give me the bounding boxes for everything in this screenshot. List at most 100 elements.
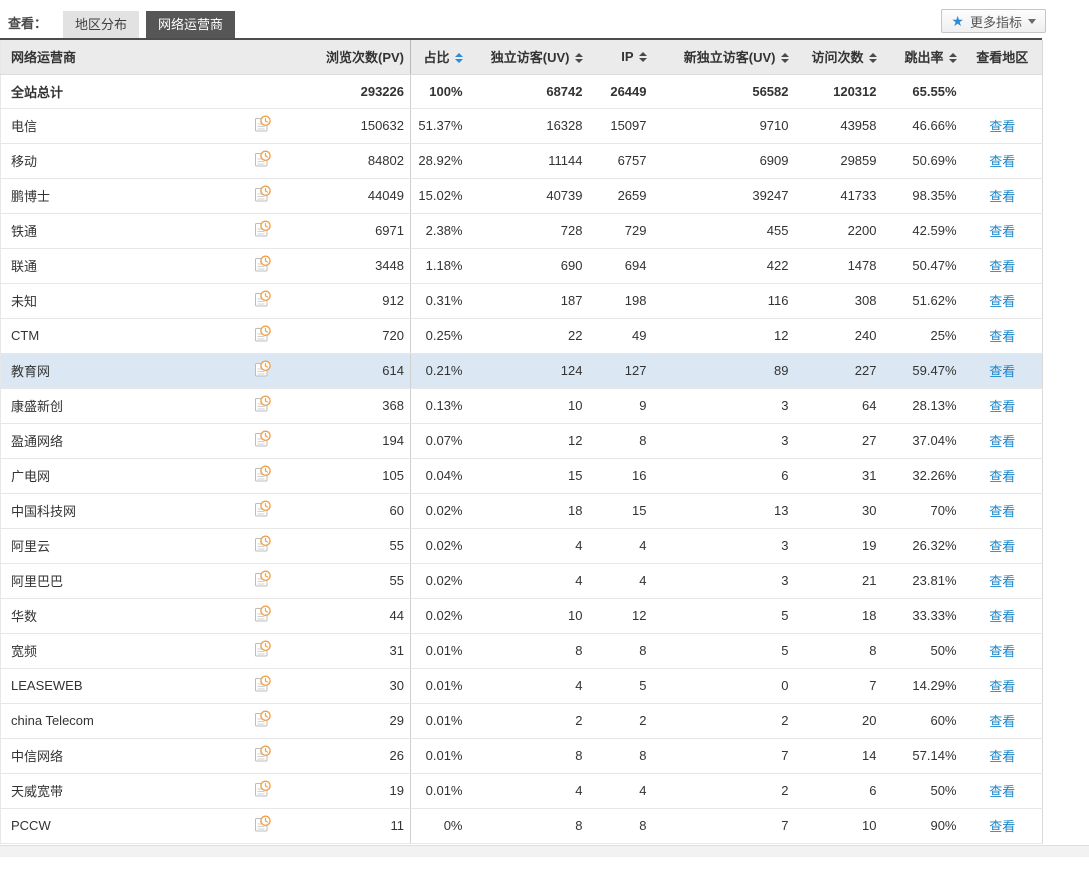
trend-icon[interactable]	[254, 149, 272, 169]
trend-icon[interactable]	[254, 779, 272, 799]
col-header-new_uv[interactable]: 新独立访客(UV)	[652, 40, 795, 75]
table-row: 未知 912 0.31% 187 198 116 308 51.62% 查看	[0, 283, 1043, 319]
trend-icon[interactable]	[254, 499, 272, 519]
view-region-link[interactable]: 查看	[989, 259, 1015, 274]
trend-icon[interactable]	[254, 429, 272, 449]
tab-network-operator[interactable]: 网络运营商	[146, 11, 236, 38]
view-region-link[interactable]: 查看	[989, 504, 1015, 519]
view-region-link[interactable]: 查看	[989, 364, 1015, 379]
trend-icon[interactable]	[254, 709, 272, 729]
trend-icon[interactable]	[254, 569, 272, 589]
cell-ip: 4	[588, 528, 653, 564]
view-region-link[interactable]: 查看	[989, 714, 1015, 729]
cell-new_uv: 39247	[652, 178, 795, 214]
cell-share: 0.02%	[410, 493, 469, 529]
trend-icon[interactable]	[254, 464, 272, 484]
sort-icon[interactable]	[574, 52, 583, 63]
trend-icon[interactable]	[254, 114, 272, 134]
cell-pv: 31	[285, 633, 411, 669]
cell-pv: 614	[285, 353, 411, 389]
cell-bounce: 90%	[882, 808, 963, 844]
cell-trend	[240, 178, 286, 214]
col-header-region: 查看地区	[962, 40, 1043, 75]
cell-trend	[240, 283, 286, 319]
view-region-link[interactable]: 查看	[989, 539, 1015, 554]
trend-icon[interactable]	[254, 394, 272, 414]
cell-new_uv: 3	[652, 528, 795, 564]
view-region-link[interactable]: 查看	[989, 644, 1015, 659]
table-row: 阿里云 55 0.02% 4 4 3 19 26.32% 查看	[0, 528, 1043, 564]
col-header-uv[interactable]: 独立访客(UV)	[468, 40, 589, 75]
view-region-link[interactable]: 查看	[989, 609, 1015, 624]
cell-visits: 10	[794, 808, 883, 844]
col-header-ip[interactable]: IP	[588, 40, 653, 75]
cell-uv: 11144	[468, 143, 589, 179]
cell-bounce: 57.14%	[882, 738, 963, 774]
cell-trend	[240, 563, 286, 599]
cell-visits: 21	[794, 563, 883, 599]
view-region-link[interactable]: 查看	[989, 154, 1015, 169]
trend-icon[interactable]	[254, 184, 272, 204]
view-region-link[interactable]: 查看	[989, 469, 1015, 484]
view-region-link[interactable]: 查看	[989, 819, 1015, 834]
view-region-link[interactable]: 查看	[989, 224, 1015, 239]
cell-pv: 11	[285, 808, 411, 844]
view-region-link[interactable]: 查看	[989, 399, 1015, 414]
cell-visits: 240	[794, 318, 883, 354]
view-region-link[interactable]: 查看	[989, 119, 1015, 134]
trend-icon[interactable]	[254, 219, 272, 239]
col-header-name: 网络运营商	[0, 40, 241, 75]
sort-icon[interactable]	[948, 52, 957, 63]
trend-icon[interactable]	[254, 359, 272, 379]
cell-operator-name: 宽频	[0, 633, 241, 669]
cell-bounce: 50%	[882, 633, 963, 669]
col-header-label: 网络运营商	[11, 50, 77, 66]
col-header-bounce[interactable]: 跳出率	[882, 40, 963, 75]
cell-ip: 12	[588, 598, 653, 634]
sort-icon[interactable]	[638, 51, 647, 62]
view-region-link[interactable]: 查看	[989, 749, 1015, 764]
cell-trend	[240, 388, 286, 424]
view-region-link[interactable]: 查看	[989, 679, 1015, 694]
trend-icon[interactable]	[254, 814, 272, 834]
trend-icon[interactable]	[254, 639, 272, 659]
sort-icon[interactable]	[780, 52, 789, 63]
col-header-label: 浏览次数(PV)	[325, 50, 404, 66]
view-region-link[interactable]: 查看	[989, 574, 1015, 589]
trend-icon[interactable]	[254, 289, 272, 309]
col-header-visits[interactable]: 访问次数	[794, 40, 883, 75]
tab-region-distribution[interactable]: 地区分布	[63, 11, 140, 38]
table-row: 移动 84802 28.92% 11144 6757 6909 29859 50.69% 查看	[0, 143, 1043, 179]
table-row: 康盛新创 368 0.13% 10 9 3 64 28.13% 查看	[0, 388, 1043, 424]
trend-icon[interactable]	[254, 534, 272, 554]
trend-icon[interactable]	[254, 324, 272, 344]
more-metrics-button[interactable]: ★ 更多指标	[941, 9, 1046, 33]
sort-icon[interactable]	[454, 52, 463, 63]
cell-share: 0.25%	[410, 318, 469, 354]
col-header-label: 查看地区	[976, 50, 1029, 66]
cell-view-region: 查看	[962, 563, 1043, 599]
view-region-link[interactable]: 查看	[989, 784, 1015, 799]
view-region-link[interactable]: 查看	[989, 189, 1015, 204]
cell-share: 0.31%	[410, 283, 469, 319]
col-header-share[interactable]: 占比	[410, 40, 469, 75]
cell-bounce: 46.66%	[882, 108, 963, 144]
table-row: 天威宽带 19 0.01% 4 4 2 6 50% 查看	[0, 773, 1043, 809]
trend-icon[interactable]	[254, 674, 272, 694]
cell-new_uv: 2	[652, 773, 795, 809]
cell-operator-name: 广电网	[0, 458, 241, 494]
view-region-link[interactable]: 查看	[989, 434, 1015, 449]
cell-ip: 4	[588, 773, 653, 809]
view-region-link[interactable]: 查看	[989, 294, 1015, 309]
sort-icon[interactable]	[868, 52, 877, 63]
cell-operator-name: PCCW	[0, 808, 241, 844]
trend-icon[interactable]	[254, 604, 272, 624]
cell-visits: 31	[794, 458, 883, 494]
view-region-link[interactable]: 查看	[989, 329, 1015, 344]
cell-ip: 15097	[588, 108, 653, 144]
cell-view-region: 查看	[962, 773, 1043, 809]
trend-icon[interactable]	[254, 254, 272, 274]
trend-icon[interactable]	[254, 744, 272, 764]
cell-visits: 29859	[794, 143, 883, 179]
cell-uv: 12	[468, 423, 589, 459]
